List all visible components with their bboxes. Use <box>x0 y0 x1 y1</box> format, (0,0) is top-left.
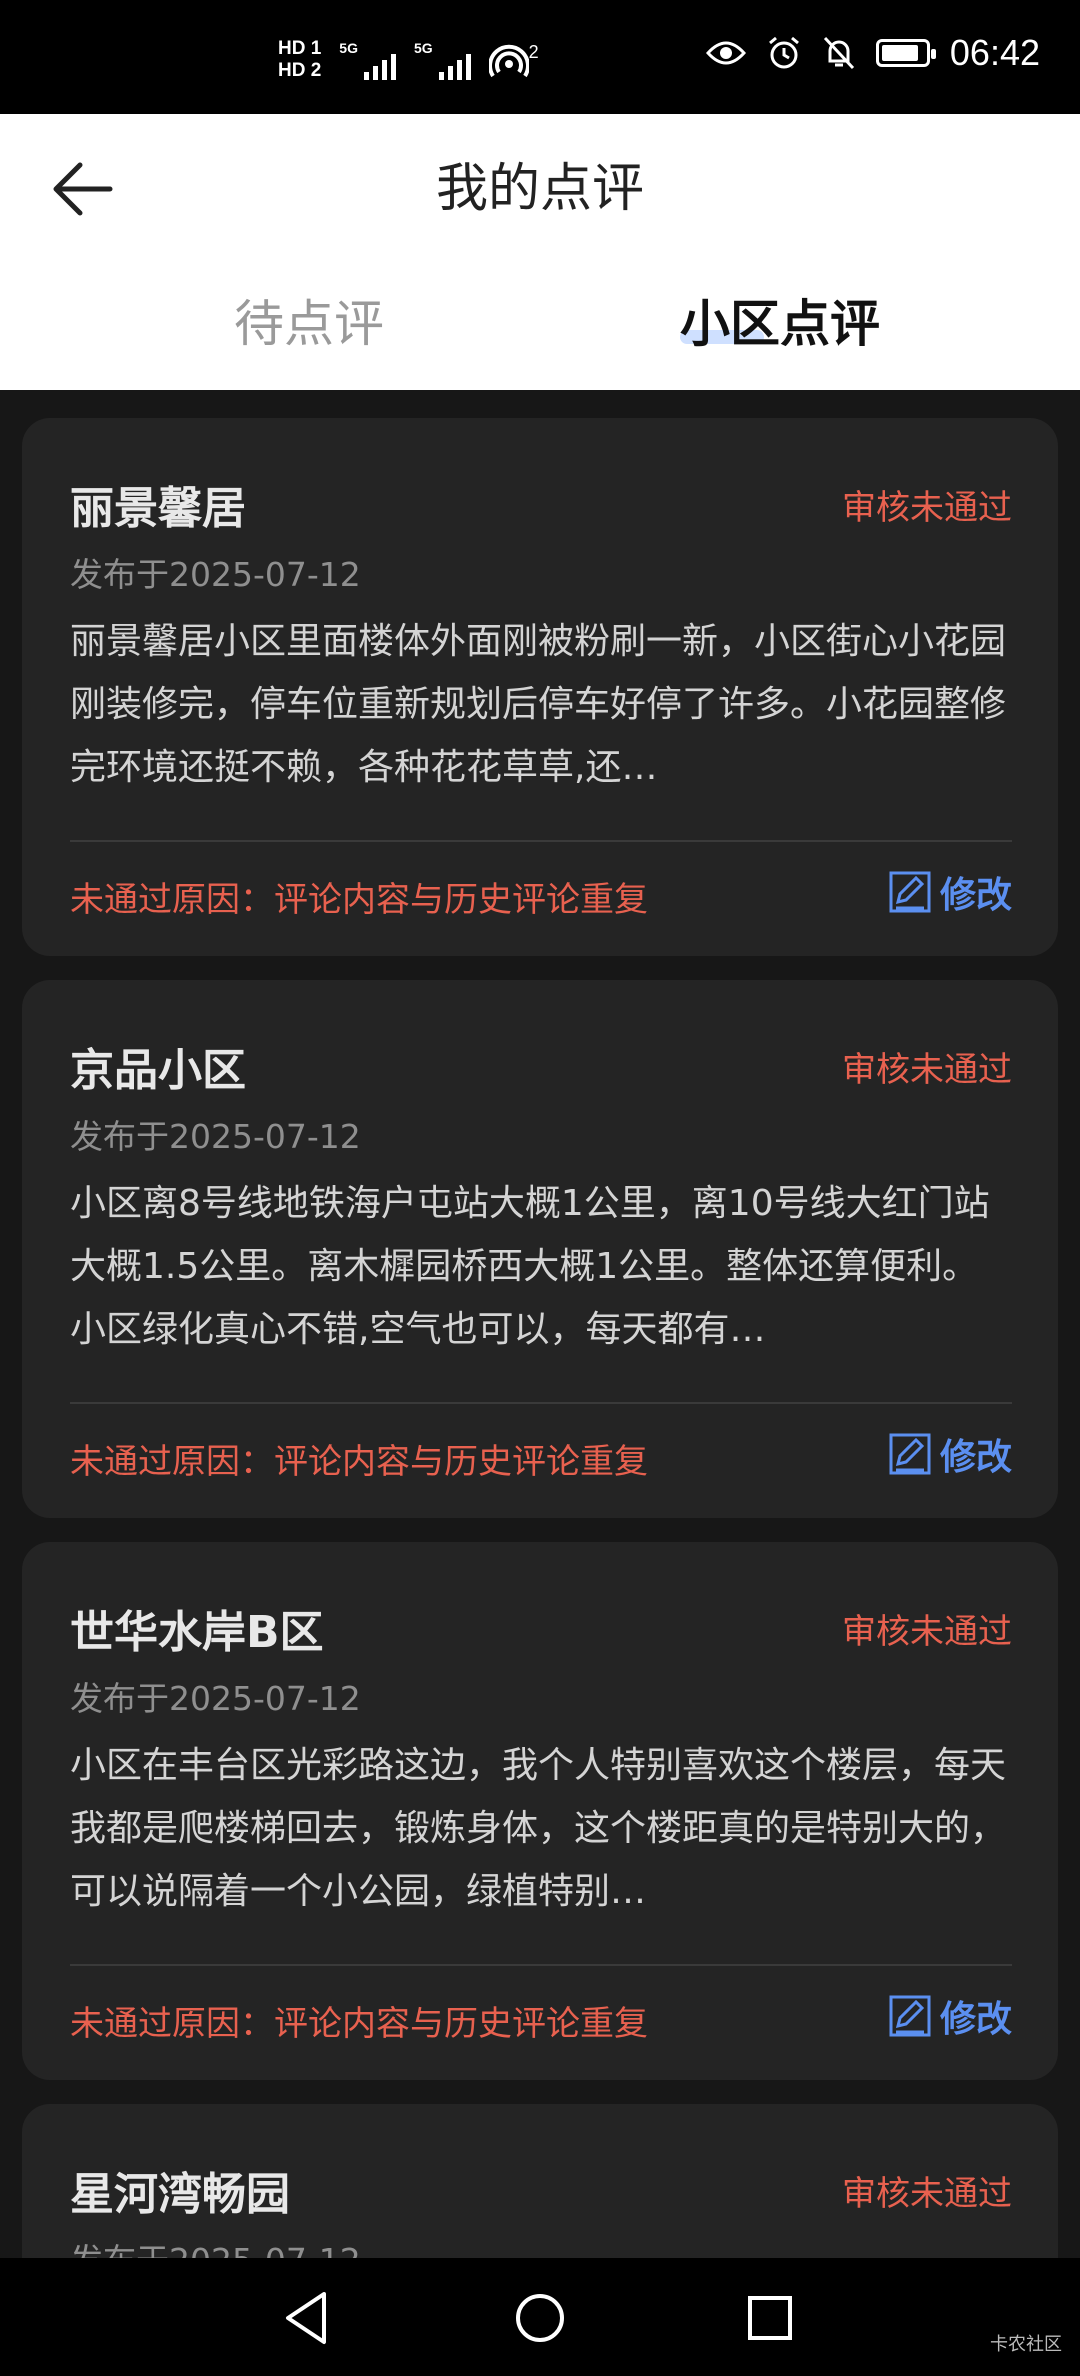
community-name: 丽景馨居 <box>70 483 246 534</box>
mute-icon <box>823 36 855 70</box>
community-name: 京品小区 <box>70 1045 246 1096</box>
nav-back-icon[interactable] <box>276 2286 340 2350</box>
reject-reason: 未通过原因：评论内容与历史评论重复 <box>70 2004 648 2044</box>
network-type-2: 5G <box>413 40 433 56</box>
edit-button[interactable]: 修改 <box>888 1428 1012 1480</box>
hotspot-count: 2 <box>528 42 539 62</box>
eye-icon <box>705 41 746 65</box>
status-bar: HD 1 HD 2 5G 5G 2 06:42 <box>0 0 1080 114</box>
edit-icon <box>889 871 931 913</box>
review-content: 小区在丰台区光彩路这边，我个人特别喜欢这个楼层，每天我都是爬楼梯回去，锻炼身体，… <box>70 1745 1007 1912</box>
tab-community-review[interactable]: 小区点评 <box>680 284 880 356</box>
review-content: 小区离8号线地铁海户屯站大概1公里，离10号线大红门站大概1.5公里。离木樨园桥… <box>70 1183 990 1350</box>
community-name: 世华水岸B区 <box>70 1607 324 1658</box>
edit-icon <box>889 1433 931 1475</box>
nav-recents-icon[interactable] <box>738 2286 802 2350</box>
edit-label: 修改 <box>939 875 1012 916</box>
page-header: 我的点评 待点评 小区点评 <box>0 114 1080 390</box>
network-type-1: 5G <box>339 40 358 56</box>
page-title: 我的点评 <box>435 159 644 219</box>
battery-fill <box>881 45 918 61</box>
signal-icon-1: 5G <box>339 40 396 80</box>
divider <box>70 840 1012 842</box>
hotspot-icon: 2 <box>488 42 539 78</box>
edit-button[interactable]: 修改 <box>888 866 1012 918</box>
review-list: 丽景馨居 审核未通过 发布于2025-07-12 丽景馨居小区里面楼体外面刚被粉… <box>22 418 1058 2328</box>
hd2-label: HD 2 <box>278 60 322 81</box>
divider <box>70 1402 1012 1404</box>
edit-icon <box>889 1995 931 2037</box>
status-badge: 审核未通过 <box>842 2174 1012 2214</box>
status-right: 06:42 <box>705 32 1040 74</box>
publish-date: 发布于2025-07-12 <box>70 1679 361 1718</box>
divider <box>70 1964 1012 1966</box>
review-card[interactable]: 京品小区 审核未通过 发布于2025-07-12 小区离8号线地铁海户屯站大概1… <box>22 980 1058 1518</box>
reject-reason: 未通过原因：评论内容与历史评论重复 <box>70 1442 648 1482</box>
signal-icon-2: 5G <box>414 40 471 80</box>
community-name: 星河湾畅园 <box>70 2169 290 2220</box>
review-card[interactable]: 丽景馨居 审核未通过 发布于2025-07-12 丽景馨居小区里面楼体外面刚被粉… <box>22 418 1058 956</box>
publish-date: 发布于2025-07-12 <box>70 555 361 594</box>
publish-date: 发布于2025-07-12 <box>70 1117 361 1156</box>
status-badge: 审核未通过 <box>842 488 1012 528</box>
status-badge: 审核未通过 <box>842 1612 1012 1652</box>
edit-button[interactable]: 修改 <box>888 1990 1012 2042</box>
hd-indicator: HD 1 HD 2 <box>278 38 321 82</box>
system-nav-bar: 卡农社区 <box>0 2258 1080 2376</box>
hd1-label: HD 1 <box>278 38 322 59</box>
edit-label: 修改 <box>939 1437 1012 1478</box>
battery-icon <box>875 39 936 67</box>
tab-pending-review[interactable]: 待点评 <box>234 284 384 356</box>
review-content: 丽景馨居小区里面楼体外面刚被粉刷一新，小区街心小花园刚装修完，停车位重新规划后停… <box>70 621 1007 788</box>
watermark: 卡农社区 <box>990 2334 1062 2355</box>
status-badge: 审核未通过 <box>842 1050 1012 1090</box>
review-card[interactable]: 世华水岸B区 审核未通过 发布于2025-07-12 小区在丰台区光彩路这边，我… <box>22 1542 1058 2080</box>
reject-reason: 未通过原因：评论内容与历史评论重复 <box>70 880 648 920</box>
status-left: HD 1 HD 2 5G 5G 2 <box>278 38 539 82</box>
clock: 06:42 <box>949 32 1040 73</box>
nav-home-icon[interactable] <box>508 2286 572 2350</box>
edit-label: 修改 <box>939 1999 1012 2040</box>
alarm-icon <box>768 36 799 69</box>
